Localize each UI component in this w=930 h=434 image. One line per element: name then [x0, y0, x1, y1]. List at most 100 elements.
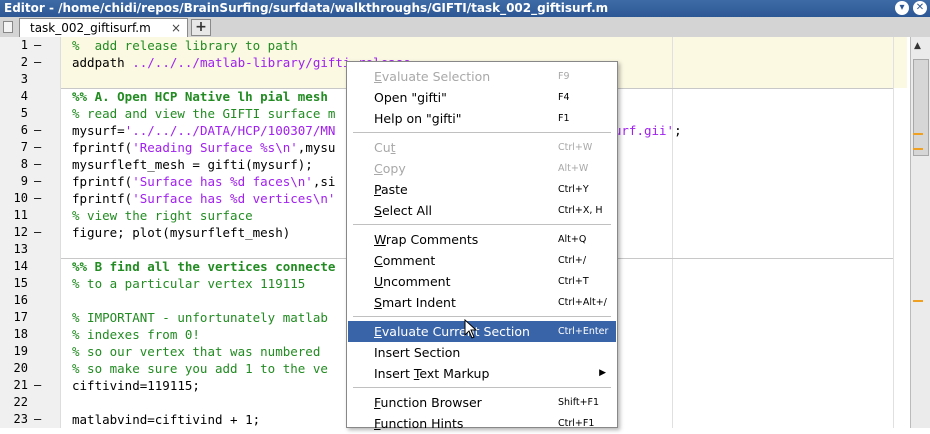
line-number: 14 [13, 259, 28, 273]
code-text: fprintf('Surface has %d faces\n',si [72, 174, 336, 189]
breakpoint-marker[interactable]: – [34, 173, 41, 190]
line-number: 9 [20, 174, 28, 188]
tab-label: task_002_giftisurf.m [30, 21, 151, 35]
menu-item-label: Copy [374, 161, 406, 176]
close-icon[interactable]: ✕ [913, 1, 927, 15]
code-line[interactable]: 1– % add release library to path [0, 37, 910, 54]
line-number: 5 [20, 106, 28, 120]
menu-item-smart-indent[interactable]: Smart Indent Ctrl+Alt+/ [348, 292, 616, 313]
code-text: % read and view the GIFTI surface m [72, 106, 336, 121]
menu-separator [353, 387, 611, 388]
menu-separator [353, 132, 611, 133]
code-text: mysurfleft_mesh = gifti(mysurf); [72, 157, 313, 172]
menu-item-open-gifti[interactable]: Open "gifti" F4 [348, 87, 616, 108]
breakpoint-marker[interactable]: – [34, 139, 41, 156]
tab-task-002-giftisurf[interactable]: task_002_giftisurf.m × [19, 18, 188, 37]
scrollbar-thumb[interactable] [913, 59, 929, 156]
menu-item-label: Wrap Comments [374, 232, 479, 247]
menu-item-label: Comment [374, 253, 436, 268]
line-number: 8 [20, 157, 28, 171]
add-tab-button[interactable]: + [191, 19, 211, 36]
menu-item-insert-section[interactable]: Insert Section [348, 342, 616, 363]
line-number: 21 [13, 378, 28, 392]
window-title: Editor - /home/chidi/repos/BrainSurfing/… [4, 1, 609, 15]
code-text: matlabvind=ciftivind + 1; [72, 412, 261, 427]
tab-close-icon[interactable]: × [171, 19, 181, 37]
line-number: 3 [20, 72, 28, 86]
code-text: %% B find all the vertices connecte [72, 259, 336, 274]
window-titlebar: Editor - /home/chidi/repos/BrainSurfing/… [0, 0, 930, 17]
line-number: 10 [13, 191, 28, 205]
line-number: 11 [13, 208, 28, 222]
menu-shortcut: F4 [558, 92, 570, 103]
breakpoint-marker[interactable]: – [34, 411, 41, 428]
mouse-cursor-icon [464, 319, 478, 339]
line-number: 12 [13, 225, 28, 239]
breakpoint-marker[interactable]: – [34, 37, 41, 54]
document-icon [3, 21, 13, 33]
warning-marker[interactable] [913, 148, 923, 150]
line-number: 20 [13, 361, 28, 375]
menu-item-cut[interactable]: Cut Ctrl+W [348, 137, 616, 158]
vertical-scrollbar[interactable]: ▲ [910, 37, 930, 428]
code-text: figure; plot(mysurfleft_mesh) [72, 225, 291, 240]
line-number: 13 [13, 242, 28, 256]
code-text: %% A. Open HCP Native lh pial mesh [72, 89, 328, 104]
editor-tabbar: task_002_giftisurf.m × + [0, 17, 930, 38]
menu-item-help-on-gifti[interactable]: Help on "gifti" F1 [348, 108, 616, 129]
breakpoint-marker[interactable]: – [34, 224, 41, 241]
menu-shortcut: Ctrl+Y [558, 184, 589, 195]
chevron-down-icon[interactable]: ▾ [895, 1, 909, 15]
breakpoint-marker[interactable]: – [34, 122, 41, 139]
breakpoint-marker[interactable]: – [34, 156, 41, 173]
line-number: 6 [20, 123, 28, 137]
menu-item-paste[interactable]: Paste Ctrl+Y [348, 179, 616, 200]
menu-shortcut: F1 [558, 113, 570, 124]
menu-item-label: Insert Text Markup [374, 366, 490, 381]
line-number: 17 [13, 310, 28, 324]
code-text: ciftivind=119115; [72, 378, 200, 393]
menu-item-wrap-comments[interactable]: Wrap Comments Alt+Q [348, 229, 616, 250]
line-number: 22 [13, 395, 28, 409]
code-text: % indexes from 0! [72, 327, 200, 342]
menu-item-label: Uncomment [374, 274, 451, 289]
menu-item-label: Cut [374, 140, 396, 155]
line-number: 15 [13, 276, 28, 290]
breakpoint-marker[interactable]: – [34, 54, 41, 71]
line-number: 18 [13, 327, 28, 341]
line-number: 7 [20, 140, 28, 154]
code-text: % view the right surface [72, 208, 253, 223]
menu-shortcut: Ctrl+W [558, 142, 593, 153]
menu-item-label: Function Browser [374, 395, 482, 410]
menu-shortcut: Ctrl+Enter [558, 326, 609, 337]
line-number: 4 [20, 89, 28, 103]
menu-shortcut: Ctrl+T [558, 276, 589, 287]
menu-item-select-all[interactable]: Select All Ctrl+X, H [348, 200, 616, 221]
menu-shortcut: Ctrl+X, H [558, 205, 603, 216]
line-number: 1 [20, 38, 28, 52]
line-number: 23 [13, 412, 28, 426]
breakpoint-marker[interactable]: – [34, 190, 41, 207]
menu-item-evaluate-selection[interactable]: Evaluate Selection F9 [348, 66, 616, 87]
menu-item-label: Smart Indent [374, 295, 456, 310]
scroll-up-icon[interactable]: ▲ [914, 41, 921, 51]
menu-item-label: Paste [374, 182, 408, 197]
menu-item-uncomment[interactable]: Uncomment Ctrl+T [348, 271, 616, 292]
menu-shortcut: Ctrl+F1 [558, 418, 595, 429]
menu-shortcut: Shift+F1 [558, 397, 600, 408]
breakpoint-marker[interactable]: – [34, 377, 41, 394]
context-menu: Evaluate Selection F9 Open "gifti" F4 Help o… [346, 61, 618, 431]
code-text: fprintf('Reading Surface %s\n',mysu [72, 140, 336, 155]
menu-item-function-hints[interactable]: Function Hints Ctrl+F1 [348, 413, 616, 434]
menu-item-copy[interactable]: Copy Alt+W [348, 158, 616, 179]
menu-item-function-browser[interactable]: Function Browser Shift+F1 [348, 392, 616, 413]
menu-item-label: Open "gifti" [374, 90, 447, 105]
menu-shortcut: Ctrl+/ [558, 255, 587, 266]
warning-marker[interactable] [913, 300, 923, 302]
menu-item-insert-text-markup[interactable]: Insert Text Markup ▶ [348, 363, 616, 384]
warning-marker[interactable] [913, 133, 923, 135]
code-text: % so make sure you add 1 to the ve [72, 361, 328, 376]
menu-item-evaluate-current-section[interactable]: Evaluate Current Section Ctrl+Enter [348, 321, 616, 342]
menu-shortcut: Ctrl+Alt+/ [558, 297, 607, 308]
menu-item-comment[interactable]: Comment Ctrl+/ [348, 250, 616, 271]
